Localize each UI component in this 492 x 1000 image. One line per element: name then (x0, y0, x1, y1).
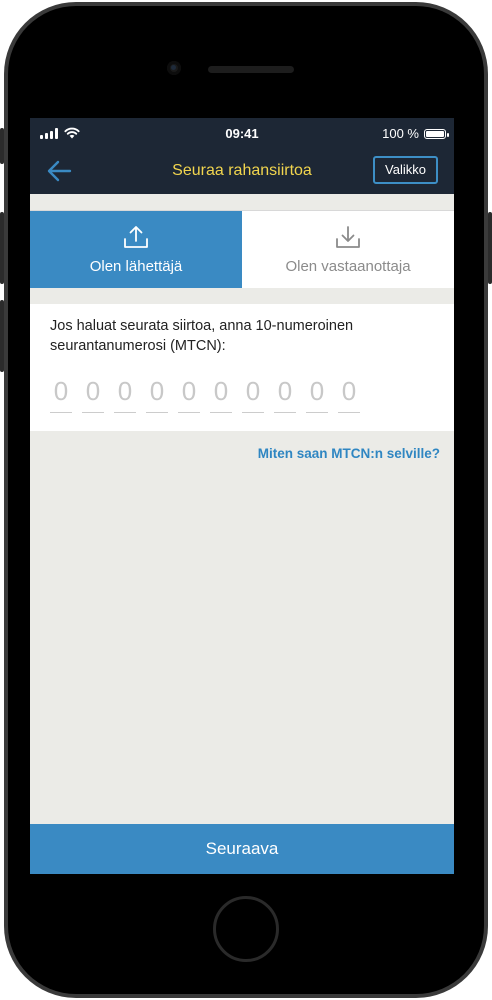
battery-percent: 100 % (382, 126, 419, 141)
sender-tab-label: Olen lähettäjä (89, 258, 183, 275)
download-icon (336, 226, 360, 248)
mtcn-digit-7[interactable]: 0 (242, 374, 264, 413)
mtcn-card: Jos haluat seurata siirtoa, anna 10-nume… (30, 304, 454, 431)
mtcn-digit-1[interactable]: 0 (50, 374, 72, 413)
battery-icon (424, 128, 449, 139)
menu-button[interactable]: Valikko (373, 156, 438, 184)
next-button[interactable]: Seuraava (30, 824, 454, 874)
power-button (488, 212, 492, 284)
upload-icon (124, 226, 148, 248)
sender-tab[interactable]: Olen lähettäjä (30, 211, 242, 288)
mtcn-input[interactable]: 0 0 0 0 0 0 0 0 0 0 (50, 374, 360, 413)
mtcn-help-link[interactable]: Miten saan MTCN:n selville? (258, 446, 440, 461)
receiver-tab-label: Olen vastaanottaja (285, 258, 411, 275)
earpiece-speaker (208, 66, 294, 73)
mtcn-digit-4[interactable]: 0 (146, 374, 168, 413)
nav-bar: Seuraa rahansiirtoa Valikko (30, 148, 454, 194)
mtcn-digit-8[interactable]: 0 (274, 374, 296, 413)
receiver-tab[interactable]: Olen vastaanottaja (242, 211, 454, 288)
mtcn-digit-2[interactable]: 0 (82, 374, 104, 413)
status-right: 100 % (382, 126, 449, 141)
status-bar: 09:41 100 % (30, 118, 454, 148)
role-toggle: Olen lähettäjä Olen vastaanottaja (30, 210, 454, 288)
mtcn-digit-3[interactable]: 0 (114, 374, 136, 413)
home-button[interactable] (213, 896, 279, 962)
mtcn-digit-5[interactable]: 0 (178, 374, 200, 413)
mtcn-digit-6[interactable]: 0 (210, 374, 232, 413)
mtcn-prompt: Jos haluat seurata siirtoa, anna 10-nume… (50, 318, 354, 354)
mtcn-digit-9[interactable]: 0 (306, 374, 328, 413)
app-screen: 09:41 100 % Seuraa rahansiirtoa Valikko … (30, 118, 454, 874)
front-camera (167, 61, 181, 75)
mtcn-digit-10[interactable]: 0 (338, 374, 360, 413)
